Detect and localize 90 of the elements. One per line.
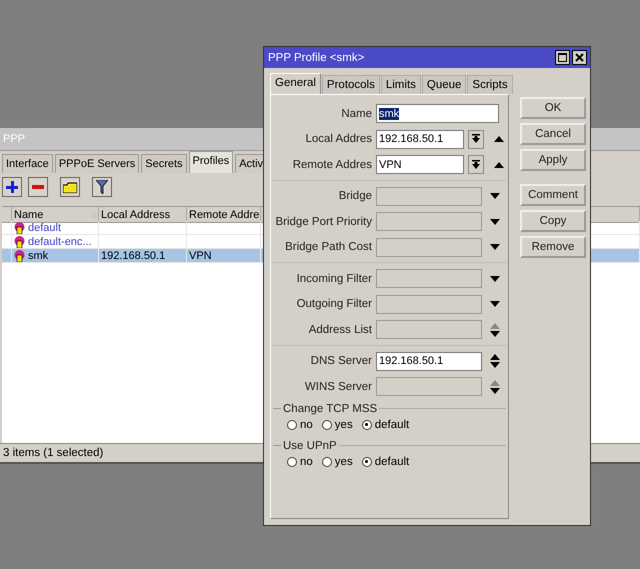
down-arrow-icon — [472, 160, 480, 170]
filter-icon — [96, 180, 108, 194]
input-field[interactable]: 192.168.50.1 — [376, 352, 482, 371]
folder-icon — [63, 182, 77, 192]
status-text: 3 items (1 selected) — [3, 447, 104, 459]
tab[interactable]: PPPoE Servers — [54, 154, 140, 173]
radio-option[interactable]: default — [362, 418, 410, 430]
field-label: Address List — [308, 324, 372, 336]
dropdown-arrow-icon[interactable] — [490, 301, 500, 308]
input-field[interactable] — [376, 238, 482, 257]
profile-icon — [14, 250, 25, 262]
table-cell: 192.168.50.1 — [99, 249, 187, 263]
field-label: Outgoing Filter — [296, 298, 372, 310]
input-field[interactable]: 192.168.50.1 — [376, 130, 464, 149]
table-cell: VPN — [187, 249, 261, 263]
radio-button[interactable] — [322, 456, 332, 466]
radio-option[interactable]: yes — [322, 456, 353, 468]
dialog-button[interactable]: Copy — [520, 210, 586, 232]
field-label: Local Addres — [304, 133, 372, 146]
input-field[interactable]: VPN — [376, 155, 464, 174]
radio-button[interactable] — [322, 420, 332, 430]
up-arrow-icon[interactable] — [494, 162, 504, 168]
window-title: PPP — [3, 133, 26, 145]
down-arrow-icon — [472, 134, 480, 144]
input-field[interactable] — [376, 212, 482, 232]
input-field[interactable] — [376, 320, 482, 340]
column-header[interactable]: Remote Addre — [187, 207, 261, 223]
radio-button[interactable] — [362, 456, 372, 466]
dialog-button[interactable]: Cancel — [520, 123, 586, 145]
field-label: Bridge Path Cost — [284, 241, 372, 254]
dropdown-button[interactable] — [468, 130, 484, 149]
tab[interactable]: Queue — [422, 75, 466, 94]
plus-icon — [6, 181, 18, 193]
tab[interactable]: Secrets — [141, 154, 187, 173]
maximize-icon — [558, 53, 567, 62]
dialog-button[interactable]: OK — [520, 97, 586, 119]
up-down-arrows-icon[interactable] — [490, 380, 500, 394]
remove-button[interactable] — [28, 177, 48, 197]
field-label: Incoming Filter — [296, 272, 372, 285]
radio-button[interactable] — [287, 420, 297, 430]
comment-button[interactable] — [60, 177, 80, 197]
add-button[interactable] — [2, 177, 22, 197]
tab[interactable]: Limits — [380, 75, 421, 94]
input-field[interactable] — [376, 377, 482, 396]
radio-option[interactable]: no — [287, 418, 313, 430]
input-field[interactable] — [376, 294, 482, 314]
field-label: Bridge Port Priority — [274, 216, 372, 228]
tab[interactable]: Profiles — [188, 151, 234, 173]
field-label: Bridge — [338, 190, 372, 202]
dropdown-arrow-icon[interactable] — [490, 244, 500, 250]
dialog-button[interactable]: Remove — [520, 236, 586, 258]
field-label: DNS Server — [310, 355, 372, 368]
input-field[interactable] — [376, 186, 482, 206]
dropdown-button[interactable] — [468, 155, 484, 174]
profile-row-name[interactable]: smk — [12, 249, 99, 263]
field-label: Name — [340, 108, 372, 120]
dialog-button[interactable]: Comment — [520, 184, 586, 206]
field-label: WINS Server — [304, 380, 372, 393]
filter-button[interactable] — [92, 177, 112, 197]
close-button[interactable] — [572, 50, 587, 65]
up-arrow-icon[interactable] — [494, 136, 504, 142]
dropdown-arrow-icon[interactable] — [490, 193, 500, 200]
input-field[interactable]: smk — [376, 104, 499, 124]
radio-button[interactable] — [362, 420, 372, 430]
dialog-button[interactable]: Apply — [520, 149, 586, 171]
column-header[interactable]: Name — [12, 207, 99, 223]
group-title: Change TCP MSS — [283, 402, 378, 414]
profile-icon — [14, 222, 25, 234]
column-header[interactable]: Local Address — [99, 207, 187, 223]
radio-option[interactable]: no — [287, 456, 313, 468]
up-down-arrows-icon[interactable] — [490, 354, 500, 368]
radio-option[interactable]: default — [362, 456, 410, 468]
group-title: Use UPnP — [283, 440, 337, 452]
up-down-arrows-icon[interactable] — [490, 322, 500, 337]
maximize-button[interactable] — [555, 50, 570, 65]
field-label: Remote Addres — [292, 158, 372, 171]
profile-icon — [14, 236, 25, 248]
dropdown-arrow-icon[interactable] — [490, 218, 500, 225]
dialog-title: PPP Profile <smk> — [268, 52, 364, 64]
tab[interactable]: Scripts — [467, 75, 513, 94]
sort-arrow-icon — [90, 211, 98, 218]
radio-option[interactable]: yes — [322, 418, 353, 430]
input-field[interactable] — [376, 269, 482, 288]
radio-button[interactable] — [287, 456, 297, 466]
dropdown-arrow-icon[interactable] — [490, 276, 500, 282]
tab[interactable]: Protocols — [322, 75, 380, 94]
profile-row-name[interactable]: default — [12, 221, 99, 235]
tab[interactable]: General — [270, 73, 321, 94]
close-icon — [575, 53, 584, 62]
tab[interactable]: Interface — [2, 154, 53, 173]
